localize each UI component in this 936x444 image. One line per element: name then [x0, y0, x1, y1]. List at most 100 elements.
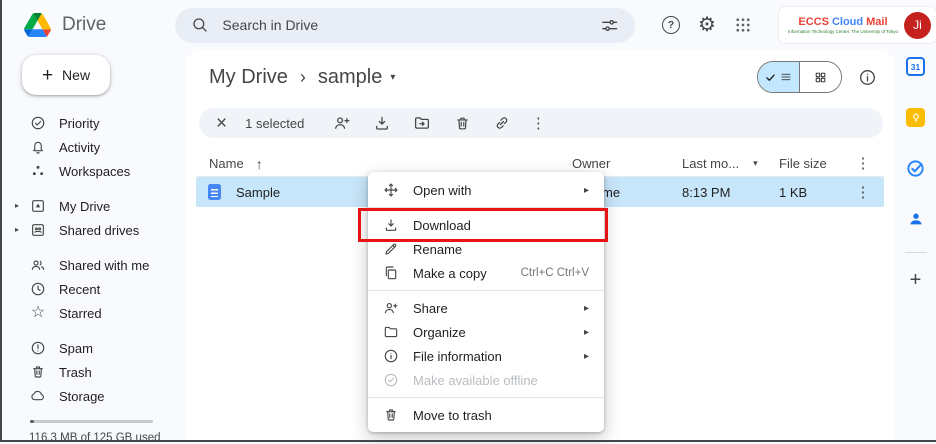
settings-gear-icon[interactable]: ⚙ — [695, 13, 719, 37]
keep-icon[interactable] — [906, 108, 925, 127]
help-icon[interactable]: ? — [659, 13, 683, 37]
submenu-arrow-icon: ▸ — [584, 185, 589, 196]
file-name: Sample — [236, 185, 280, 200]
expand-arrow-icon[interactable]: ▸ — [15, 202, 19, 210]
row-more-icon[interactable]: ⋮ — [855, 185, 871, 200]
tasks-icon[interactable] — [906, 159, 925, 178]
google-apps-grid-icon[interactable] — [731, 13, 755, 37]
sidebar-item-priority[interactable]: Priority — [2, 111, 185, 135]
sidebar-item-workspaces[interactable]: Workspaces — [2, 159, 185, 183]
menu-item-make-a-copy[interactable]: Make a copy Ctrl+C Ctrl+V — [368, 261, 604, 285]
get-add-ons-plus-icon[interactable]: + — [910, 270, 922, 290]
details-info-icon[interactable] — [855, 65, 879, 89]
my-drive-icon — [30, 198, 46, 214]
search-options-icon[interactable] — [600, 16, 619, 35]
badge-word-2: Cloud — [832, 16, 863, 29]
cloud-icon — [30, 388, 46, 404]
header-name-label: Name — [209, 156, 244, 171]
header-last-modified[interactable]: Last mo... ▾ — [682, 156, 779, 171]
header-more-icon[interactable]: ⋮ — [855, 156, 871, 171]
user-avatar[interactable]: Ji — [904, 12, 931, 39]
sidebar-label: Storage — [59, 389, 105, 404]
trash-icon[interactable] — [450, 111, 474, 135]
sidebar-item-shared-drives[interactable]: ▸ Shared drives — [2, 218, 185, 242]
search-input[interactable]: Search in Drive — [175, 8, 635, 43]
breadcrumb-chevron-icon: › — [300, 67, 306, 88]
sidebar-item-storage[interactable]: Storage — [2, 384, 185, 408]
sort-ascending-icon: ↑ — [256, 156, 263, 172]
sidebar-item-trash[interactable]: Trash — [2, 360, 185, 384]
download-icon[interactable] — [370, 111, 394, 135]
sidebar-item-starred[interactable]: ☆ Starred — [2, 301, 185, 325]
file-size-cell: 1 KB — [779, 185, 855, 200]
sidebar-label: My Drive — [59, 199, 110, 214]
star-icon: ☆ — [30, 305, 46, 321]
sidebar-label: Shared drives — [59, 223, 139, 238]
keep-bulb-icon — [906, 108, 925, 127]
drive-brand[interactable]: Drive — [0, 13, 167, 37]
column-caret-icon: ▾ — [753, 158, 758, 169]
badge-word-1: ECCS — [798, 16, 829, 29]
menu-item-label: Rename — [413, 242, 462, 257]
menu-item-share[interactable]: Share ▸ — [368, 296, 604, 320]
context-menu: Open with ▸ Download Rename Make a copy … — [368, 172, 604, 432]
header-owner-label: Owner — [572, 156, 610, 171]
owner-label: me — [602, 185, 620, 200]
drive-logo-icon — [24, 13, 51, 37]
breadcrumb-current[interactable]: sample ▾ — [318, 66, 396, 89]
storage-usage-text: 116.3 MB of 125 GB used — [29, 432, 185, 444]
header-name[interactable]: Name ↑ — [209, 156, 572, 172]
header-file-size[interactable]: File size — [779, 156, 855, 171]
grid-view-button[interactable] — [799, 62, 841, 92]
sidebar-item-activity[interactable]: Activity — [2, 135, 185, 159]
menu-divider — [368, 290, 604, 291]
new-button[interactable]: + New — [22, 55, 110, 95]
sidebar-label: Workspaces — [59, 164, 130, 179]
storage-progress-bar — [30, 420, 153, 423]
clock-icon — [30, 281, 46, 297]
calendar-day: 31 — [906, 57, 925, 76]
trash-icon — [383, 407, 399, 423]
menu-item-label: Move to trash — [413, 408, 492, 423]
expand-arrow-icon[interactable]: ▸ — [15, 226, 19, 234]
plus-icon: + — [42, 66, 53, 85]
menu-item-file-information[interactable]: File information ▸ — [368, 344, 604, 368]
open-with-icon — [383, 182, 399, 198]
storage-progress-fill — [30, 420, 34, 423]
more-actions-icon[interactable]: ⋮ — [530, 116, 546, 131]
menu-item-move-to-trash[interactable]: Move to trash — [368, 403, 604, 427]
header-size-label: File size — [779, 156, 827, 171]
copy-link-icon[interactable] — [490, 111, 514, 135]
menu-item-make-available-offline: Make available offline — [368, 368, 604, 392]
sidebar-item-spam[interactable]: Spam — [2, 336, 185, 360]
view-toggle — [757, 61, 842, 93]
sidebar-item-recent[interactable]: Recent — [2, 277, 185, 301]
menu-item-label: Download — [413, 218, 471, 233]
breadcrumb-root[interactable]: My Drive — [209, 66, 288, 89]
share-person-add-icon[interactable] — [330, 111, 354, 135]
menu-item-open-with[interactable]: Open with ▸ — [368, 178, 604, 202]
spam-icon — [30, 340, 46, 356]
sidebar-item-shared-with-me[interactable]: Shared with me — [2, 253, 185, 277]
search-icon[interactable] — [191, 16, 209, 34]
header-owner[interactable]: Owner — [572, 156, 682, 171]
menu-item-download[interactable]: Download — [368, 213, 604, 237]
sidebar-item-my-drive[interactable]: ▸ My Drive — [2, 194, 185, 218]
submenu-arrow-icon: ▸ — [584, 327, 589, 338]
rename-pencil-icon — [383, 241, 399, 257]
move-to-folder-icon[interactable] — [410, 111, 434, 135]
menu-item-organize[interactable]: Organize ▸ — [368, 320, 604, 344]
clear-selection-icon[interactable]: × — [216, 114, 227, 133]
contacts-icon[interactable] — [907, 210, 925, 228]
grid-view-icon — [814, 71, 827, 84]
app-title: Drive — [62, 14, 106, 36]
calendar-icon[interactable]: 31 — [906, 57, 925, 76]
menu-item-rename[interactable]: Rename — [368, 237, 604, 261]
copy-icon — [383, 265, 399, 281]
eccs-cloud-mail-badge[interactable]: ECCS Cloud Mail Information Technology C… — [779, 7, 936, 43]
selection-toolbar: × 1 selected ⋮ — [199, 108, 883, 138]
menu-divider — [368, 397, 604, 398]
list-view-button[interactable] — [758, 62, 799, 92]
sidebar-label: Spam — [59, 341, 93, 356]
submenu-arrow-icon: ▸ — [584, 303, 589, 314]
